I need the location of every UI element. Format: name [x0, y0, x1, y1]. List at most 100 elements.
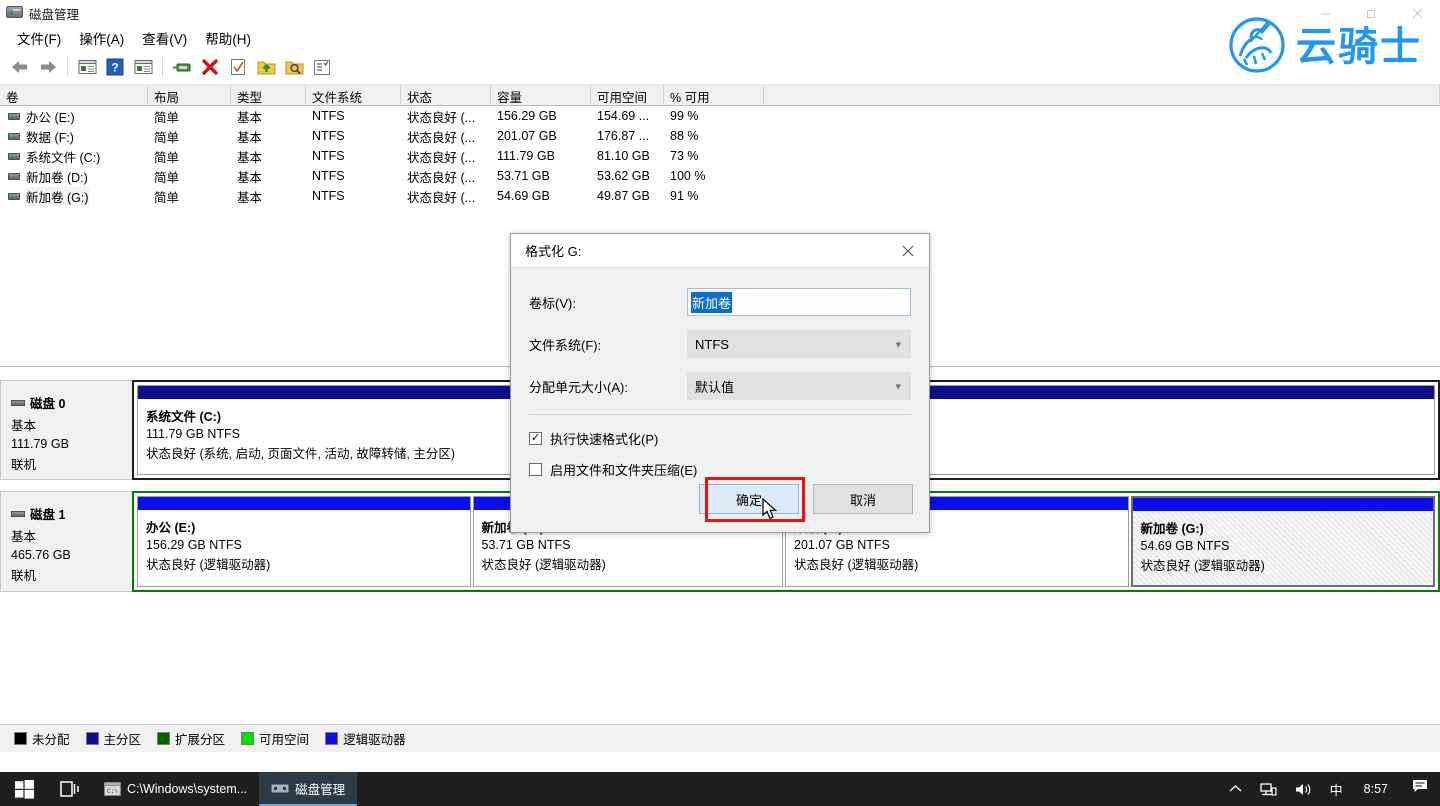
field-label: 分配单元大小(A): — [529, 377, 687, 396]
list-panel-right-icon[interactable] — [131, 55, 155, 79]
partition-status: 状态良好 (逻辑驱动器) — [482, 554, 782, 573]
partition-name: 新加卷 (G:) — [1141, 518, 1433, 537]
chevron-down-icon: ▾ — [895, 380, 901, 393]
filesystem-select[interactable]: NTFS ▾ — [687, 330, 911, 358]
disk-state: 联机 — [11, 565, 132, 584]
task-view-icon[interactable] — [48, 772, 92, 806]
dialog-title: 格式化 G: — [525, 241, 581, 260]
checkbox-quick-format-row[interactable]: ✓ 执行快速格式化(P) — [529, 429, 911, 448]
legend-swatch — [241, 732, 254, 745]
disk-size: 111.79 GB — [11, 437, 132, 451]
chevron-up-icon[interactable] — [1220, 784, 1251, 794]
list-panel-left-icon[interactable] — [75, 55, 99, 79]
volume-icon[interactable] — [1286, 782, 1321, 797]
filesystem-value: NTFS — [695, 337, 729, 352]
network-icon[interactable] — [1251, 782, 1286, 797]
checkbox-label: 执行快速格式化(P) — [550, 429, 658, 448]
back-arrow-icon[interactable] — [8, 55, 32, 79]
column-header-status[interactable]: 状态 — [401, 85, 491, 106]
cell-layout: 简单 — [148, 107, 231, 126]
cell-filesystem: NTFS — [306, 109, 401, 123]
partition-usage-bar — [1133, 498, 1433, 511]
column-header-type[interactable]: 类型 — [231, 85, 306, 106]
checkbox-compression-row[interactable]: 启用文件和文件夹压缩(E) — [529, 460, 911, 479]
legend-label: 未分配 — [32, 729, 70, 748]
allocation-unit-select[interactable]: 默认值 ▾ — [687, 372, 911, 400]
column-header-percent[interactable]: % 可用 — [664, 85, 764, 106]
format-dialog: 格式化 G: 卷标(V): 新加卷 文件系统(F): NTFS ▾ 分配单元大小… — [510, 233, 930, 533]
disk-device-icon[interactable] — [170, 55, 194, 79]
windows-start-icon[interactable] — [0, 772, 48, 806]
cell-volume: 新加卷 (G:) — [26, 187, 89, 206]
column-header-filesystem[interactable]: 文件系统 — [306, 85, 401, 106]
partition-status: 状态良好 (逻辑驱动器) — [794, 554, 1128, 573]
menu-item-action[interactable]: 操作(A) — [70, 26, 133, 50]
legend-item-unallocated: 未分配 — [14, 729, 70, 748]
checklist-icon[interactable] — [226, 55, 250, 79]
folder-search-icon[interactable] — [282, 55, 306, 79]
column-header-capacity[interactable]: 容量 — [491, 85, 591, 106]
cancel-button[interactable]: 取消 — [813, 484, 913, 514]
column-header-layout[interactable]: 布局 — [148, 85, 231, 106]
disk-icon — [11, 400, 25, 406]
cell-filesystem: NTFS — [306, 189, 401, 203]
column-header-volume[interactable]: 卷 — [0, 85, 148, 106]
properties-icon[interactable] — [310, 55, 334, 79]
legend-item-primary: 主分区 — [86, 729, 142, 748]
cell-type: 基本 — [231, 167, 306, 186]
column-header-free[interactable]: 可用空间 — [591, 85, 664, 106]
disk-title: 磁盘 1 — [30, 504, 65, 523]
menu-bar: 文件(F) 操作(A) 查看(V) 帮助(H) — [0, 26, 1440, 50]
partition-e[interactable]: 办公 (E:) 156.29 GB NTFS 状态良好 (逻辑驱动器) — [137, 496, 471, 587]
cell-status: 状态良好 (... — [401, 127, 491, 146]
field-volume-label: 卷标(V): 新加卷 — [529, 288, 911, 316]
cell-capacity: 156.29 GB — [491, 109, 591, 123]
close-icon[interactable] — [887, 234, 929, 268]
help-icon[interactable]: ? — [103, 55, 127, 79]
quick-format-checkbox[interactable]: ✓ — [529, 432, 542, 445]
table-row-selected[interactable]: 新加卷 (G:) 简单 基本 NTFS 状态良好 (... 54.69 GB 4… — [0, 186, 1440, 206]
legend-swatch — [86, 732, 99, 745]
partition-g-selected[interactable]: 新加卷 (G:) 54.69 GB NTFS 状态良好 (逻辑驱动器) — [1131, 496, 1435, 587]
taskbar-item-disk-management[interactable]: 磁盘管理 — [259, 772, 357, 806]
partition-size: 54.69 GB NTFS — [1141, 539, 1433, 553]
field-allocation-unit: 分配单元大小(A): 默认值 ▾ — [529, 372, 911, 400]
legend-label: 逻辑驱动器 — [343, 729, 406, 748]
disk-info-0[interactable]: 磁盘 0 基本 111.79 GB 联机 — [0, 380, 132, 480]
volume-label-input[interactable]: 新加卷 — [687, 288, 911, 316]
disk-type: 基本 — [11, 526, 132, 545]
field-label: 卷标(V): — [529, 293, 687, 312]
disk-info-1[interactable]: 磁盘 1 基本 465.76 GB 联机 — [0, 491, 132, 592]
disk-size: 465.76 GB — [11, 548, 132, 562]
volume-icon — [8, 113, 20, 120]
table-row[interactable]: 数据 (F:) 简单 基本 NTFS 状态良好 (... 201.07 GB 1… — [0, 126, 1440, 146]
menu-item-file[interactable]: 文件(F) — [8, 26, 70, 50]
cell-status: 状态良好 (... — [401, 147, 491, 166]
delete-x-icon[interactable] — [198, 55, 222, 79]
menu-item-view[interactable]: 查看(V) — [133, 26, 196, 50]
toolbar-separator — [162, 57, 163, 77]
legend-swatch — [157, 732, 170, 745]
legend: 未分配 主分区 扩展分区 可用空间 逻辑驱动器 — [0, 724, 1440, 752]
table-row[interactable]: 新加卷 (D:) 简单 基本 NTFS 状态良好 (... 53.71 GB 5… — [0, 166, 1440, 186]
cell-layout: 简单 — [148, 127, 231, 146]
forward-arrow-icon[interactable] — [36, 55, 60, 79]
disk-state: 联机 — [11, 454, 132, 473]
table-row[interactable]: 办公 (E:) 简单 基本 NTFS 状态良好 (... 156.29 GB 1… — [0, 106, 1440, 126]
taskbar: C:\ C:\Windows\system... 磁盘管理 中 8:57 — [0, 772, 1440, 806]
cell-status: 状态良好 (... — [401, 167, 491, 186]
folder-up-icon[interactable] — [254, 55, 278, 79]
compression-checkbox[interactable] — [529, 463, 542, 476]
taskbar-item-console[interactable]: C:\ C:\Windows\system... — [92, 772, 259, 806]
cell-layout: 简单 — [148, 167, 231, 186]
legend-item-extended: 扩展分区 — [157, 729, 225, 748]
notification-icon[interactable] — [1400, 779, 1440, 799]
table-row[interactable]: 系统文件 (C:) 简单 基本 NTFS 状态良好 (... 111.79 GB… — [0, 146, 1440, 166]
yunqishi-watermark: 云骑士 — [1226, 12, 1422, 74]
cell-capacity: 53.71 GB — [491, 169, 591, 183]
ok-button[interactable]: 确定 — [699, 484, 799, 514]
clock[interactable]: 8:57 — [1352, 782, 1400, 796]
svg-text:?: ? — [111, 61, 118, 75]
menu-item-help[interactable]: 帮助(H) — [196, 26, 260, 50]
ime-indicator[interactable]: 中 — [1321, 780, 1352, 799]
